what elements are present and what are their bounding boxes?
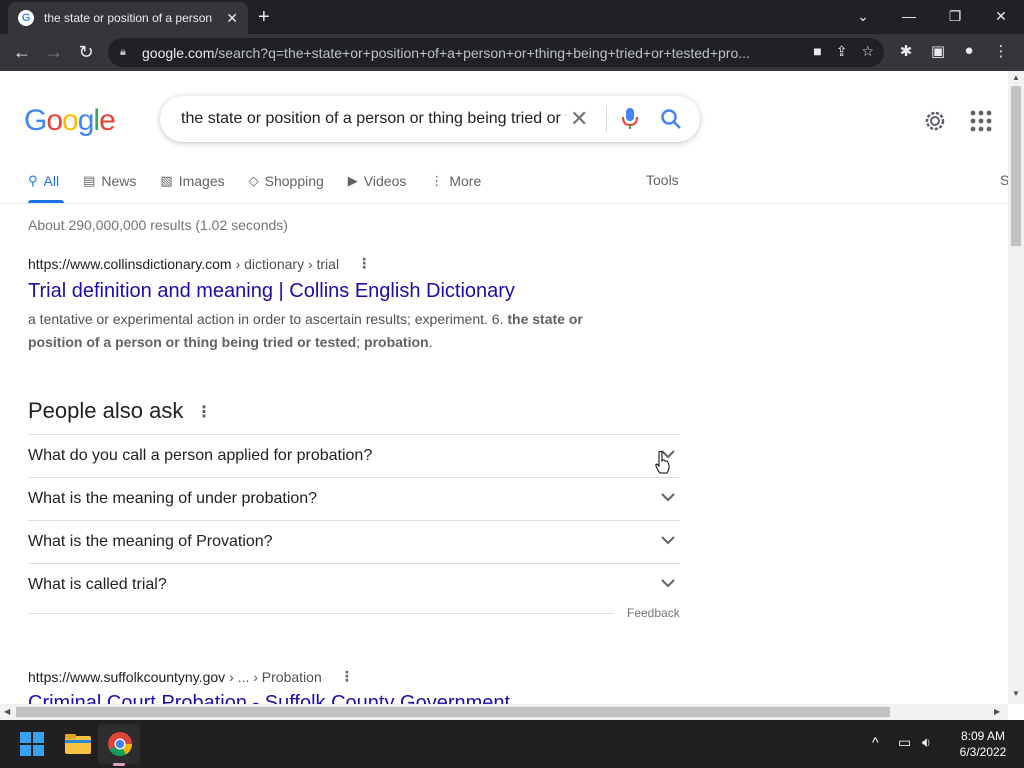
clear-search-icon[interactable]: ✕ — [570, 106, 588, 132]
camera-icon[interactable]: ■ — [813, 43, 821, 60]
scroll-up-icon[interactable]: ▲ — [1012, 73, 1020, 82]
google-logo[interactable]: Google — [24, 104, 116, 138]
extensions-icon[interactable]: ✱ — [895, 42, 917, 60]
network-icon[interactable]: ▭ — [898, 734, 911, 751]
search-box[interactable]: the state or position of a person or thi… — [160, 96, 700, 142]
minimize-button[interactable]: — — [886, 4, 932, 28]
side-panel-icon[interactable]: ▣ — [927, 42, 949, 60]
horizontal-scroll-thumb[interactable] — [16, 707, 890, 717]
restore-button[interactable]: ❐ — [932, 4, 978, 28]
bookmark-star-icon[interactable]: ☆ — [861, 43, 874, 60]
result-title-link[interactable]: Trial definition and meaning | Collins E… — [28, 280, 515, 303]
apps-grid-icon[interactable] — [970, 110, 992, 132]
tools-button[interactable]: Tools — [646, 172, 679, 188]
close-window-button[interactable]: ✕ — [978, 4, 1024, 28]
result-title-link[interactable]: Criminal Court Probation - Suffolk Count… — [28, 692, 510, 704]
tab-news[interactable]: ▤ News — [83, 171, 136, 191]
browser-tab[interactable]: G the state or position of a person ✕ — [8, 2, 248, 34]
paa-question[interactable]: What is called trial? — [28, 563, 680, 606]
search-icon: ⚲ — [28, 173, 38, 188]
tab-videos[interactable]: ▶ Videos — [348, 171, 407, 191]
chevron-down-icon — [661, 536, 675, 545]
search-tabs: ⚲ All ▤ News ▧ Images ◇ Shopping ▶ Videos ⋮ Mo… — [28, 171, 505, 203]
hand-cursor-icon — [655, 451, 670, 474]
result-options-icon[interactable]: ⋮ — [340, 668, 354, 685]
back-button[interactable]: ← — [10, 40, 34, 64]
volume-icon[interactable]: 🔉︎ — [922, 734, 931, 751]
microphone-icon[interactable] — [622, 108, 638, 130]
paa-question[interactable]: What is the meaning of under probation? — [28, 477, 680, 520]
result-cite[interactable]: https://www.collinsdictionary.com › dicti… — [28, 255, 371, 272]
result-stats: About 290,000,000 results (1.02 seconds) — [28, 217, 288, 233]
feedback-link[interactable]: Feedback — [627, 606, 680, 620]
reload-button[interactable]: ↻ — [74, 40, 98, 64]
tab-all[interactable]: ⚲ All — [28, 171, 59, 191]
google-favicon-icon: G — [18, 10, 34, 26]
share-icon[interactable]: ⇪ — [836, 43, 848, 60]
tab-more[interactable]: ⋮ More — [430, 171, 481, 191]
system-clock[interactable]: 8:09 AM 6/3/2022 — [948, 728, 1018, 760]
chrome-icon[interactable] — [106, 730, 134, 758]
tab-shopping[interactable]: ◇ Shopping — [249, 171, 324, 191]
search-input[interactable]: the state or position of a person or thi… — [181, 110, 566, 128]
image-icon: ▧ — [160, 173, 173, 188]
menu-icon[interactable]: ⋮ — [990, 42, 1012, 60]
horizontal-scrollbar[interactable]: ◀ ▶ — [0, 704, 1008, 720]
paa-question[interactable]: What do you call a person applied for pr… — [28, 434, 680, 477]
profile-icon[interactable]: ● — [958, 42, 980, 59]
url-text: google.com/search?q=the+state+or+positio… — [142, 44, 750, 61]
search-icon[interactable] — [660, 108, 682, 130]
scroll-left-icon[interactable]: ◀ — [4, 707, 10, 716]
paa-heading: People also ask — [28, 398, 184, 423]
file-explorer-icon[interactable] — [64, 730, 92, 758]
chevron-down-icon — [661, 493, 675, 502]
windows-taskbar: ^ ▭ 🔉︎ 8:09 AM 6/3/2022 — [0, 720, 1024, 768]
forward-button[interactable]: → — [42, 40, 66, 64]
safesearch-button[interactable]: S — [1000, 172, 1008, 188]
result-cite[interactable]: https://www.suffolkcountyny.gov › ... › P… — [28, 668, 354, 685]
result-snippet: a tentative or experimental action in or… — [28, 311, 583, 350]
browser-tab-strip: G the state or position of a person ✕ + … — [0, 0, 1024, 34]
paa-question[interactable]: What is the meaning of Provation? — [28, 520, 680, 563]
search-results-page: Google the state or position of a person… — [0, 71, 1008, 704]
show-hidden-icons-chevron-icon[interactable]: ^ — [872, 734, 879, 750]
tabs-divider — [0, 203, 1008, 204]
clock-time: 8:09 AM — [960, 729, 1006, 743]
scroll-right-icon[interactable]: ▶ — [994, 707, 1000, 716]
chrome-running-indicator — [113, 763, 125, 766]
browser-toolbar: ← → ↻ 🔒︎ google.com/search?q=the+state+o… — [0, 34, 1024, 71]
settings-gear-icon[interactable] — [922, 108, 948, 134]
news-icon: ▤ — [83, 173, 96, 188]
search-divider — [606, 106, 607, 132]
scroll-down-icon[interactable]: ▼ — [1012, 689, 1020, 698]
tab-title: the state or position of a person — [44, 11, 213, 25]
address-bar[interactable]: 🔒︎ google.com/search?q=the+state+or+posi… — [108, 38, 884, 67]
chevron-down-icon — [661, 579, 675, 588]
windows-start-icon[interactable] — [20, 732, 44, 756]
clock-date: 6/3/2022 — [959, 745, 1007, 759]
play-icon: ▶ — [347, 173, 358, 188]
result-options-icon[interactable]: ⋮ — [357, 255, 371, 272]
tab-images[interactable]: ▧ Images — [160, 171, 224, 191]
tag-icon: ◇ — [248, 173, 259, 188]
tab-close-icon[interactable]: ✕ — [226, 10, 238, 27]
new-tab-button[interactable]: + — [258, 6, 270, 29]
paa-divider — [28, 613, 614, 614]
paa-options-icon[interactable]: ⋮ — [196, 402, 212, 422]
lock-icon: 🔒︎ — [120, 46, 126, 58]
vertical-scroll-thumb[interactable] — [1011, 86, 1021, 246]
more-vert-icon: ⋮ — [430, 173, 444, 188]
vertical-scrollbar[interactable]: ▲ ▼ — [1008, 71, 1024, 704]
tab-search-icon[interactable]: ⌄ — [840, 4, 886, 28]
